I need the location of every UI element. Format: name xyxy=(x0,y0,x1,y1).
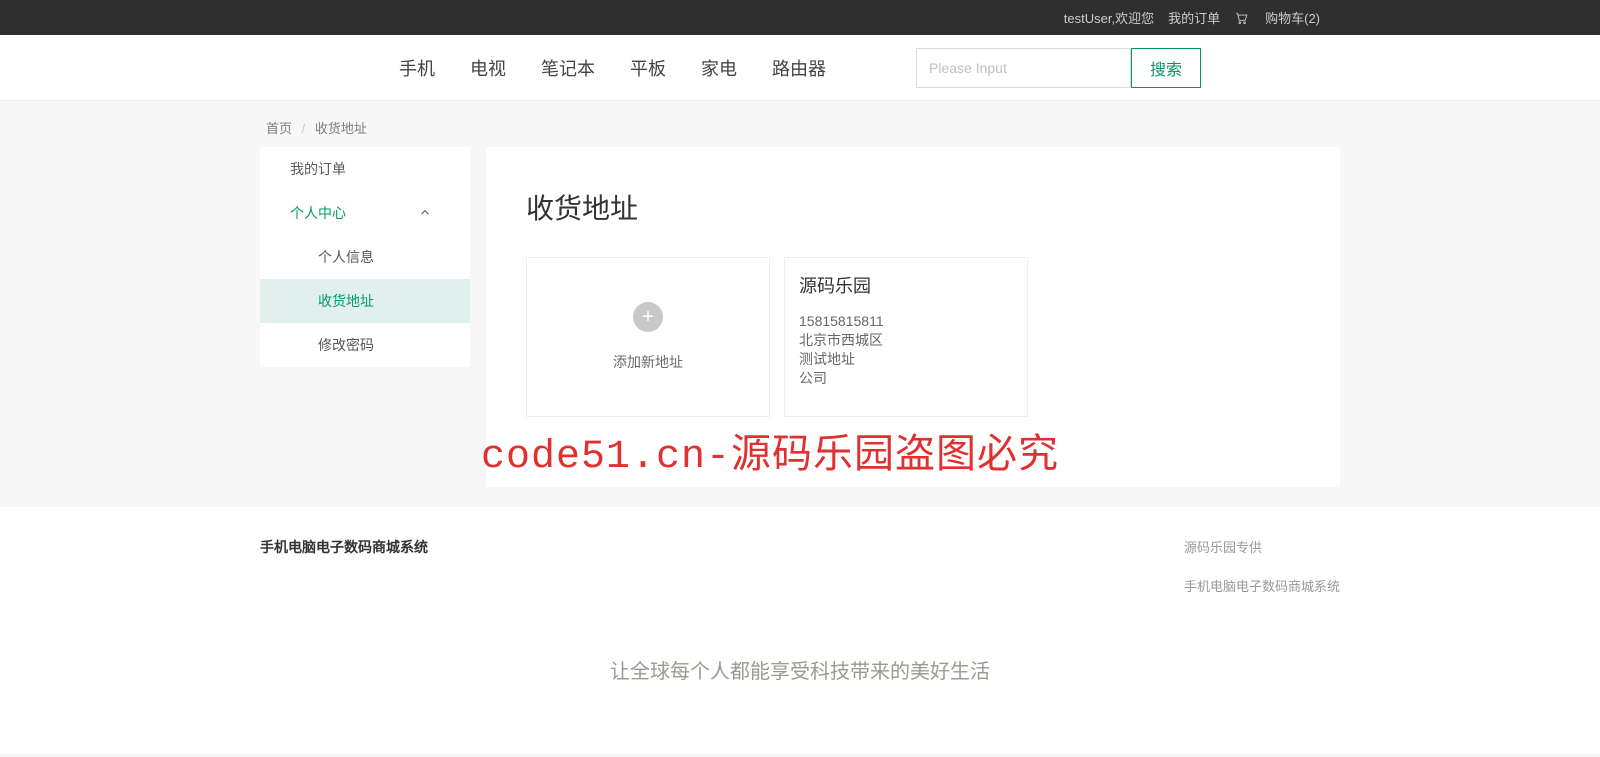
sidebar: 我的订单 个人中心 个人信息 收货地址 修改密码 xyxy=(260,147,470,367)
add-address-card[interactable]: + 添加新地址 xyxy=(526,257,770,417)
chevron-up-icon xyxy=(418,206,432,220)
breadcrumb-current: 收货地址 xyxy=(315,121,367,136)
footer-line1: 源码乐园专供 xyxy=(1184,537,1340,556)
nav-item-tv[interactable]: 电视 xyxy=(470,55,506,81)
breadcrumb-sep: / xyxy=(302,121,306,136)
search-button[interactable]: 搜索 xyxy=(1131,48,1201,88)
address-phone: 15815815811 xyxy=(799,312,1013,331)
address-row: + 添加新地址 源码乐园 15815815811 北京市西城区 测试地址 公司 xyxy=(526,257,1300,417)
nav-item-router[interactable]: 路由器 xyxy=(772,55,826,81)
nav-item-appliance[interactable]: 家电 xyxy=(701,55,737,81)
footer: 手机电脑电子数码商城系统 源码乐园专供 手机电脑电子数码商城系统 让全球每个人都… xyxy=(0,507,1600,754)
sidebar-sub-info[interactable]: 个人信息 xyxy=(260,235,470,279)
page-title: 收货地址 xyxy=(526,187,1300,227)
footer-line2: 手机电脑电子数码商城系统 xyxy=(1184,576,1340,595)
cart-icon xyxy=(1234,11,1248,25)
topbar-cart-link[interactable]: 购物车(2) xyxy=(1234,8,1320,27)
navbar: 手机 电视 笔记本 平板 家电 路由器 搜索 xyxy=(0,35,1600,100)
topbar: testUser,欢迎您 我的订单 购物车(2) xyxy=(0,0,1600,35)
address-region: 北京市西城区 xyxy=(799,331,1013,350)
nav-item-phone[interactable]: 手机 xyxy=(399,55,435,81)
footer-right: 源码乐园专供 手机电脑电子数码商城系统 xyxy=(1184,537,1340,615)
main-layout: 我的订单 个人中心 个人信息 收货地址 修改密码 收货地址 + 添加新地址 源码… xyxy=(260,147,1340,487)
nav-links: 手机 电视 笔记本 平板 家电 路由器 xyxy=(399,55,826,81)
sidebar-section-label: 个人中心 xyxy=(290,203,346,223)
footer-title: 手机电脑电子数码商城系统 xyxy=(260,537,428,557)
address-name: 源码乐园 xyxy=(799,272,1013,298)
cart-label: 购物车(2) xyxy=(1265,8,1320,27)
plus-icon: + xyxy=(633,302,663,332)
content: 收货地址 + 添加新地址 源码乐园 15815815811 北京市西城区 测试地… xyxy=(486,147,1340,487)
search-wrap: 搜索 xyxy=(916,48,1201,88)
address-detail: 测试地址 xyxy=(799,350,1013,369)
address-tag: 公司 xyxy=(799,369,1013,388)
add-address-label: 添加新地址 xyxy=(613,352,683,372)
topbar-orders-link[interactable]: 我的订单 xyxy=(1168,8,1220,27)
sidebar-section-center[interactable]: 个人中心 xyxy=(260,191,470,235)
sidebar-sub-address[interactable]: 收货地址 xyxy=(260,279,470,323)
breadcrumb: 首页 / 收货地址 xyxy=(260,100,1340,147)
breadcrumb-home[interactable]: 首页 xyxy=(266,121,292,136)
footer-slogan: 让全球每个人都能享受科技带来的美好生活 xyxy=(0,655,1600,684)
watermark-text: code51.cn-源码乐园盗图必究 xyxy=(481,421,1059,480)
nav-item-tablet[interactable]: 平板 xyxy=(630,55,666,81)
address-card[interactable]: 源码乐园 15815815811 北京市西城区 测试地址 公司 xyxy=(784,257,1028,417)
welcome-text: testUser,欢迎您 xyxy=(1064,8,1154,27)
search-input[interactable] xyxy=(916,48,1131,88)
footer-inner: 手机电脑电子数码商城系统 源码乐园专供 手机电脑电子数码商城系统 xyxy=(260,537,1340,615)
sidebar-item-orders[interactable]: 我的订单 xyxy=(260,147,470,191)
nav-item-laptop[interactable]: 笔记本 xyxy=(541,55,595,81)
sidebar-sub-password[interactable]: 修改密码 xyxy=(260,323,470,367)
